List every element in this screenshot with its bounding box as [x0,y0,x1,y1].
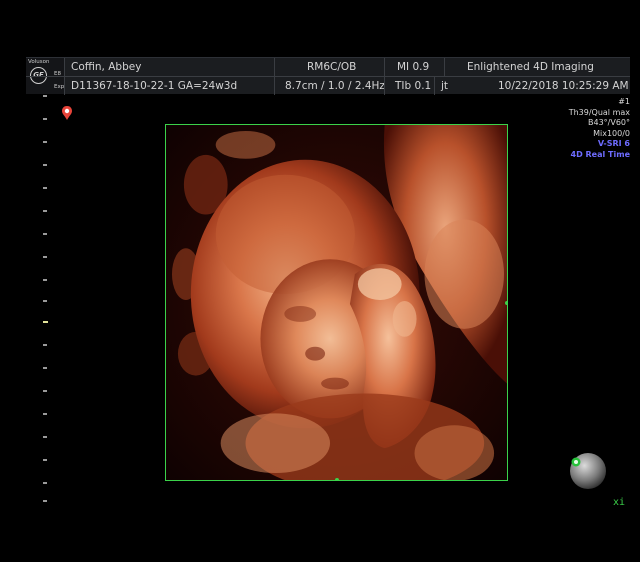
depth-tick [43,459,47,461]
focus-marker [43,321,48,323]
depth-tick [43,164,47,166]
depth-tick [43,279,47,281]
depth-tick [43,95,47,97]
patient-id-ga: D11367-18-10-22-1 GA=24w3d [64,77,274,95]
ultrasound-screen: { "header": { "logo_top": "Voluson", "lo… [0,0,640,562]
operator-initials: jt [434,77,484,95]
probe-orientation-icon [62,106,72,120]
probe-preset: RM6C/OB [274,58,384,76]
orientation-sphere-icon[interactable] [566,450,608,492]
depth-tick [43,436,47,438]
site-name: Enlightened 4D Imaging [444,58,630,76]
param-mix: Mix100/0 [593,128,630,138]
parameter-readout: #1 Th39/Qual max B43°/V60° Mix100/0 V-SR… [569,97,630,160]
param-threshold-quality: Th39/Qual max [568,107,630,117]
depth-tick [43,187,47,189]
corner-marker: xi [613,497,626,508]
header-bar: Voluson GE E8 Exp Coffin, Abbey RM6C/OB … [26,57,630,95]
roi-handle-right[interactable] [505,301,507,305]
depth-tick [43,344,47,346]
depth-tick [43,256,47,258]
depth-tick [43,118,47,120]
param-angles: B43°/V60° [587,118,630,127]
depth-tick [43,413,47,415]
param-vsri: V-SRI 6 [597,139,630,148]
header-row-1: Coffin, Abbey RM6C/OB MI 0.9 Enlightened… [26,58,630,76]
mi-value: MI 0.9 [384,58,444,76]
depth-tick [43,500,47,502]
depth-tick [43,141,47,143]
header-row-2: D11367-18-10-22-1 GA=24w3d 8.7cm / 1.0 /… [26,76,630,95]
param-mode: 4D Real Time [570,149,630,159]
patient-name: Coffin, Abbey [64,58,274,76]
render-roi-box[interactable] [165,124,508,481]
param-volume-index: #1 [618,97,630,106]
depth-tick [43,300,47,302]
depth-tick [43,367,47,369]
depth-frequency: 8.7cm / 1.0 / 2.4Hz [274,77,385,95]
tib-value: TIb 0.1 [384,77,434,95]
depth-tick [43,233,47,235]
depth-tick [43,390,47,392]
depth-tick [43,482,47,484]
fetal-4d-render [166,125,507,480]
depth-tick [43,210,47,212]
exam-datetime: 10/22/2018 10:25:29 AM [498,80,629,92]
roi-handle-bottom[interactable] [335,478,339,480]
